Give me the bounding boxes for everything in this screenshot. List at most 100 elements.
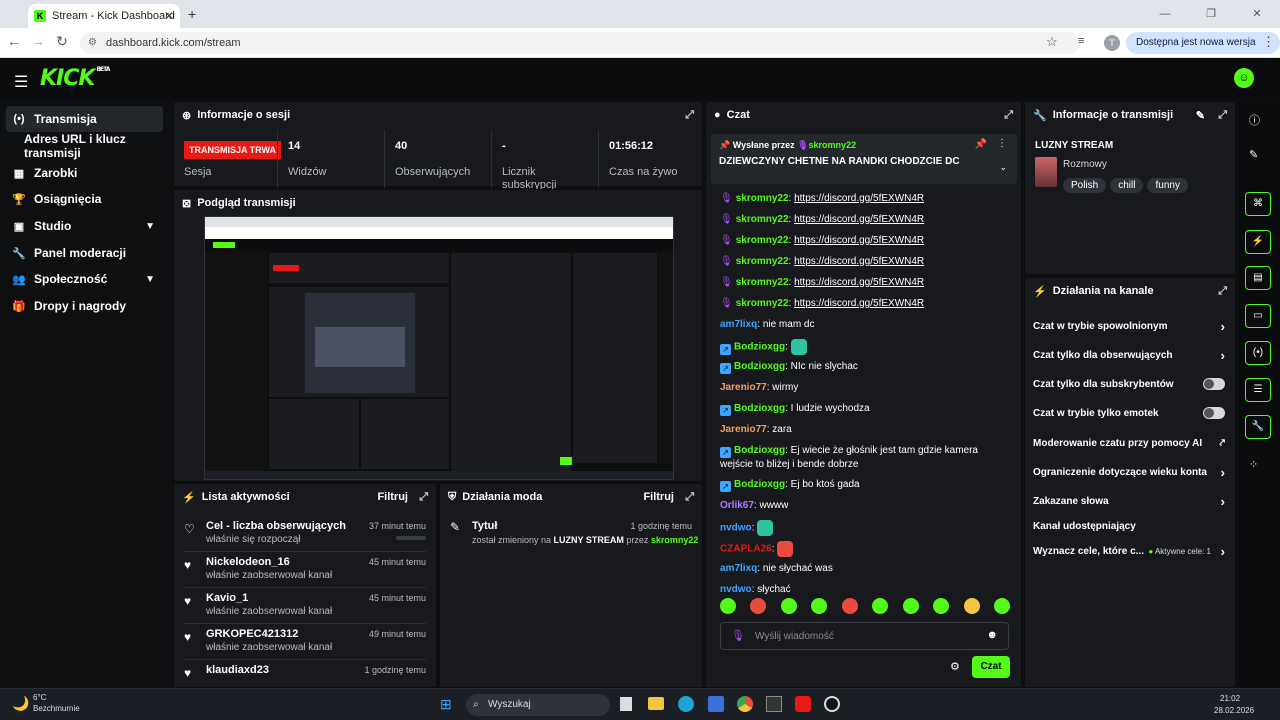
- maximize-icon[interactable]: ❐: [1188, 0, 1234, 28]
- emote-picker-icon[interactable]: [933, 598, 950, 614]
- filter-button[interactable]: Filtruj: [377, 491, 408, 503]
- chat-link[interactable]: https://discord.gg/5fEXWN4R: [794, 214, 924, 225]
- sidebar-item-osiagniecia[interactable]: 🏆 Osiągnięcia: [6, 186, 163, 212]
- chat-link[interactable]: https://discord.gg/5fEXWN4R: [794, 235, 924, 246]
- clip-icon[interactable]: ⌘: [1245, 192, 1271, 216]
- chrome-update-button[interactable]: Dostępna jest nowa wersja Chrome: [1126, 32, 1280, 70]
- taskbar-search[interactable]: ⌕ Wyszukaj: [466, 694, 610, 716]
- chat-username[interactable]: skromny22: [736, 298, 789, 309]
- tag-pill[interactable]: chill: [1110, 178, 1144, 193]
- sidebar-item-stream-url[interactable]: Adres URL i klucz transmisji: [6, 132, 163, 160]
- emote-picker-icon[interactable]: [750, 598, 767, 614]
- sidebar-item-dropy[interactable]: 🎁 Dropy i nagrody: [6, 293, 163, 319]
- tag-pill[interactable]: funny: [1147, 178, 1188, 193]
- store-icon[interactable]: [708, 696, 724, 712]
- sidebar-item-zarobki[interactable]: ▦ Zarobki: [6, 160, 163, 186]
- chat-bubble-icon[interactable]: ▭: [1245, 304, 1271, 328]
- apps-icon[interactable]: ⁘: [1249, 458, 1258, 471]
- chat-username[interactable]: skromny22: [736, 214, 789, 225]
- edge-icon[interactable]: [678, 696, 694, 712]
- reload-icon[interactable]: ↻: [52, 33, 72, 50]
- app-icon[interactable]: [766, 696, 782, 712]
- emote-picker-icon[interactable]: [963, 598, 980, 614]
- forward-icon[interactable]: →: [28, 33, 48, 49]
- profile-avatar[interactable]: T: [1104, 35, 1120, 51]
- sidebar-item-studio[interactable]: ▣ Studio ▼: [6, 213, 163, 239]
- emote-picker-icon[interactable]: [902, 598, 919, 614]
- action-ai-moderation[interactable]: Moderowanie czatu przy pomocy AI ⤤: [1033, 433, 1225, 453]
- user-avatar[interactable]: ☺: [1234, 68, 1254, 88]
- chat-link[interactable]: https://discord.gg/5fEXWN4R: [794, 298, 924, 309]
- bookmark-star-icon[interactable]: ☆: [1046, 34, 1058, 50]
- lightning-icon[interactable]: ⚡: [1245, 230, 1271, 254]
- list-icon[interactable]: ☰: [1245, 378, 1271, 402]
- tag-pill[interactable]: Polish: [1063, 178, 1107, 193]
- url-field[interactable]: ⚙ dashboard.kick.com/stream: [80, 32, 1080, 54]
- chat-username[interactable]: Jarenio77: [720, 424, 767, 435]
- kick-logo[interactable]: KICK BETA: [40, 66, 110, 91]
- info-icon[interactable]: ⓘ: [1249, 112, 1260, 128]
- chat-username[interactable]: Bodzioxgg: [734, 479, 785, 490]
- chat-send-button[interactable]: Czat: [972, 656, 1010, 678]
- expand-icon[interactable]: ⤢: [1218, 285, 1227, 298]
- browser-menu-icon[interactable]: ⋮: [1262, 34, 1275, 50]
- expand-icon[interactable]: ⤢: [1004, 109, 1013, 122]
- chat-username[interactable]: Orlik67: [720, 500, 754, 511]
- expand-icon[interactable]: ⤢: [685, 109, 694, 122]
- back-icon[interactable]: ←: [4, 33, 24, 49]
- filter-button[interactable]: Filtruj: [643, 491, 674, 503]
- action-host-channel[interactable]: Kanał udostępniający: [1033, 516, 1225, 536]
- close-tab-icon[interactable]: ✕: [164, 9, 174, 23]
- emote-picker-icon[interactable]: [811, 598, 828, 614]
- broadcast-icon[interactable]: (•): [1245, 341, 1271, 365]
- expand-icon[interactable]: ⤢: [685, 491, 694, 504]
- sidebar-item-spolecznosc[interactable]: 👥 Społeczność ▼: [6, 266, 163, 292]
- chat-username[interactable]: Bodzioxgg: [734, 445, 785, 456]
- edit-icon[interactable]: ✎: [1196, 109, 1205, 122]
- chat-username[interactable]: am7lixq: [720, 319, 757, 330]
- action-followers-only[interactable]: Czat tylko dla obserwujących ›: [1033, 345, 1225, 365]
- hamburger-menu-icon[interactable]: ☰: [14, 72, 28, 92]
- chat-username[interactable]: Jarenio77: [720, 382, 767, 393]
- chat-username[interactable]: skromny22: [736, 193, 789, 204]
- close-window-icon[interactable]: ✕: [1234, 0, 1280, 28]
- chat-username[interactable]: skromny22: [736, 277, 789, 288]
- chat-link[interactable]: https://discord.gg/5fEXWN4R: [794, 277, 924, 288]
- task-view-icon[interactable]: [620, 697, 632, 711]
- sidebar-item-transmisja[interactable]: (•) Transmisja: [6, 106, 163, 132]
- stream-category[interactable]: Rozmowy: [1063, 159, 1107, 170]
- sidebar-item-panel-moderacji[interactable]: 🔧 Panel moderacji: [6, 240, 163, 266]
- chat-username[interactable]: CZAPLA26: [720, 544, 772, 555]
- chat-username[interactable]: am7lixq: [720, 563, 757, 574]
- wrench-icon[interactable]: 🔧: [1245, 415, 1271, 439]
- chevron-down-icon[interactable]: ⌄: [999, 162, 1007, 173]
- more-options-icon[interactable]: ⋮: [997, 138, 1007, 149]
- action-slow-mode[interactable]: Czat w trybie spowolnionym ›: [1033, 316, 1225, 336]
- obs-icon[interactable]: [824, 696, 840, 712]
- chrome-icon[interactable]: [737, 696, 753, 712]
- chat-username[interactable]: nvdwo: [720, 584, 752, 595]
- emoji-icon[interactable]: ☻: [986, 629, 998, 641]
- action-goals[interactable]: Wyznacz cele, które c... ● Aktywne cele: …: [1033, 541, 1225, 561]
- extensions-icon[interactable]: ≡: [1078, 35, 1084, 47]
- action-banned-words[interactable]: Zakazane słowa ›: [1033, 491, 1225, 511]
- chat-username[interactable]: Bodzioxgg: [734, 342, 785, 353]
- new-tab-icon[interactable]: +: [188, 6, 196, 22]
- stream-preview-video[interactable]: [204, 216, 674, 480]
- windows-start-icon[interactable]: ⊞: [440, 696, 452, 713]
- emote-picker-icon[interactable]: [841, 598, 858, 614]
- expand-icon[interactable]: ⤢: [1218, 109, 1227, 122]
- emote-only-toggle[interactable]: [1203, 407, 1225, 419]
- desc-user[interactable]: skromny22: [651, 535, 699, 545]
- expand-icon[interactable]: ⤢: [419, 491, 428, 504]
- chat-input[interactable]: 🎙 Wyślij wiadomość ☻: [720, 622, 1009, 650]
- chat-link[interactable]: https://discord.gg/5fEXWN4R: [794, 193, 924, 204]
- chat-username[interactable]: nvdwo: [720, 523, 752, 534]
- emote-picker-icon[interactable]: [872, 598, 889, 614]
- subs-only-toggle[interactable]: [1203, 378, 1225, 390]
- chat-username[interactable]: Bodzioxgg: [734, 403, 785, 414]
- pinned-message[interactable]: 📌 Wysłane przez 🎙skromny22 📌 ⋮ DZIEWCZYN…: [711, 134, 1017, 184]
- chat-username[interactable]: skromny22: [736, 256, 789, 267]
- emote-picker-icon[interactable]: [993, 598, 1010, 614]
- emote-picker-icon[interactable]: [780, 598, 797, 614]
